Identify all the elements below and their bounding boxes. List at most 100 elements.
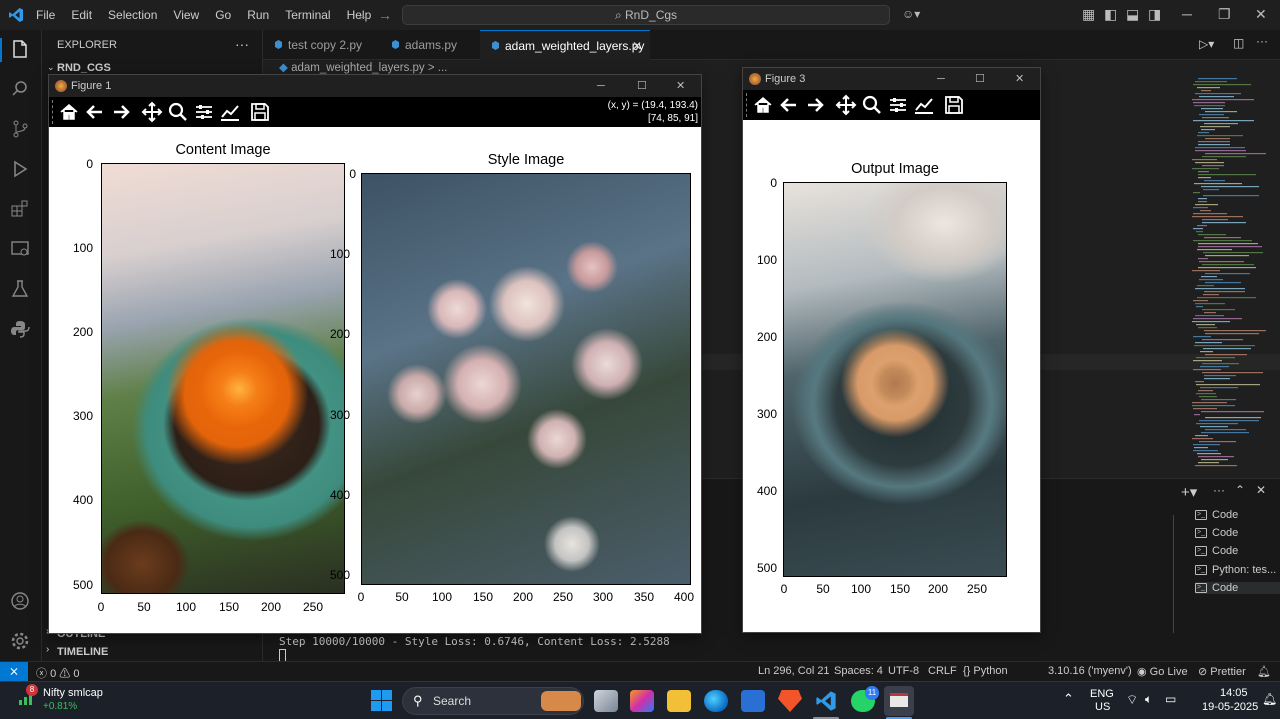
edit-axes-icon[interactable] — [913, 94, 935, 116]
remote-icon[interactable]: ⨯ — [0, 662, 28, 682]
python-figure-taskbar-icon[interactable] — [884, 686, 914, 716]
minimize-icon[interactable]: ─ — [597, 75, 605, 97]
configure-subplots-icon[interactable] — [193, 101, 215, 123]
save-figure-icon[interactable] — [249, 101, 271, 123]
maximize-icon[interactable]: ☐ — [975, 68, 985, 90]
remote-explorer-icon[interactable] — [9, 238, 31, 260]
indentation[interactable]: Spaces: 4 — [834, 665, 883, 677]
notifications-bell-icon[interactable]: 🔔︎ — [1257, 665, 1271, 678]
toggle-sidebar-icon[interactable]: ◧ — [1104, 6, 1117, 23]
wifi-icon[interactable]: ⌔ — [1126, 692, 1138, 708]
content-image[interactable] — [101, 163, 345, 594]
settings-gear-icon[interactable] — [9, 630, 31, 652]
split-editor-icon[interactable]: ◫ — [1233, 36, 1244, 50]
back-arrow-icon[interactable] — [84, 101, 106, 123]
tab-adams[interactable]: adams.py — [380, 30, 480, 60]
breadcrumb-file[interactable]: adam_weighted_layers.py — [291, 62, 425, 74]
extensions-icon[interactable] — [9, 198, 31, 220]
tab-adam-weighted-layers[interactable]: adam_weighted_layers.py ✕ — [480, 30, 650, 60]
close-icon[interactable]: ✕ — [676, 75, 685, 97]
volume-icon[interactable]: 🔈︎ — [1145, 692, 1152, 707]
back-arrow-icon[interactable] — [778, 94, 800, 116]
python-icon[interactable] — [9, 318, 31, 340]
encoding[interactable]: UTF-8 — [888, 665, 919, 677]
layout-icon[interactable]: ▦ — [1082, 6, 1095, 23]
chevron-down-icon[interactable]: ⌄ — [47, 62, 55, 73]
testing-icon[interactable] — [9, 278, 31, 300]
microsoft-store-icon[interactable] — [741, 690, 765, 712]
terminal-session-active[interactable]: >_ Code — [1195, 582, 1280, 594]
menu-terminal[interactable]: Terminal — [277, 0, 338, 30]
new-terminal-icon[interactable]: +▾ — [1181, 483, 1197, 501]
python-interpreter[interactable]: 3.10.16 ('myenv') — [1048, 665, 1132, 677]
copilot-icon[interactable]: ☺▾ — [902, 7, 920, 21]
menu-go[interactable]: Go — [207, 0, 239, 30]
breadcrumb-symbol[interactable]: > ... — [428, 62, 448, 74]
zoom-magnifier-icon[interactable] — [861, 94, 883, 116]
windows-start-icon[interactable] — [371, 690, 392, 711]
close-panel-icon[interactable]: ✕ — [1256, 483, 1266, 497]
maximize-icon[interactable]: ❐ — [1218, 6, 1231, 23]
clock-time[interactable]: 14:05 — [1220, 687, 1248, 699]
terminal-session[interactable]: >_ Code — [1195, 527, 1238, 539]
style-image[interactable] — [361, 173, 691, 585]
toggle-panel-icon[interactable]: ⬓ — [1126, 6, 1139, 23]
prettier[interactable]: ⊘ Prettier — [1198, 665, 1246, 678]
terminal-session[interactable]: >_ Code — [1195, 509, 1238, 521]
source-control-icon[interactable] — [9, 118, 31, 140]
terminal-session[interactable]: >_ Code — [1195, 545, 1238, 557]
timeline-section[interactable]: TIMELINE — [57, 646, 108, 658]
run-debug-icon[interactable] — [9, 158, 31, 180]
eol[interactable]: CRLF — [928, 665, 957, 677]
tab-test-copy-2[interactable]: test copy 2.py — [263, 30, 380, 60]
more-actions-icon[interactable]: ··· — [1213, 483, 1225, 497]
back-arrow-icon[interactable]: ← — [356, 7, 370, 23]
lang-indicator[interactable]: ENG — [1090, 688, 1114, 700]
close-tab-icon[interactable]: ✕ — [632, 31, 642, 61]
menu-selection[interactable]: Selection — [100, 0, 165, 30]
more-actions-icon[interactable]: ··· — [235, 36, 249, 52]
minimap[interactable] — [1188, 76, 1280, 476]
save-figure-icon[interactable] — [943, 94, 965, 116]
close-icon[interactable]: ✕ — [1015, 68, 1024, 90]
close-icon[interactable]: ✕ — [1255, 6, 1267, 23]
edge-browser-icon[interactable] — [704, 690, 728, 712]
language-mode[interactable]: {} Python — [963, 665, 1008, 677]
copilot-icon[interactable] — [630, 690, 654, 712]
chevron-up-icon[interactable]: ⌃ — [1063, 691, 1074, 707]
stock-widget-icon[interactable]: 8 — [18, 684, 38, 706]
output-image[interactable] — [783, 182, 1007, 577]
menu-view[interactable]: View — [165, 0, 207, 30]
minimize-icon[interactable]: ─ — [1182, 6, 1192, 22]
more-actions-icon[interactable]: ··· — [1256, 34, 1268, 48]
configure-subplots-icon[interactable] — [887, 94, 909, 116]
battery-icon[interactable]: ▭ — [1165, 692, 1176, 706]
minimize-icon[interactable]: ─ — [937, 68, 945, 90]
brave-browser-icon[interactable] — [778, 690, 802, 712]
command-center[interactable]: ⌕ RnD_Cgs — [402, 5, 890, 25]
vscode-taskbar-icon[interactable] — [814, 690, 838, 712]
pan-move-icon[interactable] — [835, 94, 857, 116]
edit-axes-icon[interactable] — [219, 101, 241, 123]
cursor-position[interactable]: Ln 296, Col 21 — [758, 665, 830, 677]
workspace-root[interactable]: RND_CGS — [57, 62, 111, 74]
maximize-icon[interactable]: ☐ — [637, 75, 647, 97]
task-view-icon[interactable] — [594, 690, 618, 712]
run-file-icon[interactable]: ▷▾ — [1199, 37, 1214, 51]
file-explorer-icon[interactable] — [667, 690, 691, 712]
whatsapp-icon[interactable]: 11 — [851, 686, 879, 712]
notification-icon[interactable]: 🔔︎ — [1262, 692, 1277, 706]
home-icon[interactable] — [58, 101, 80, 123]
forward-arrow-icon[interactable] — [804, 94, 826, 116]
menu-edit[interactable]: Edit — [63, 0, 100, 30]
stock-name[interactable]: Nifty smlcap — [43, 687, 103, 699]
menu-run[interactable]: Run — [239, 0, 277, 30]
pan-move-icon[interactable] — [141, 101, 163, 123]
terminal-session[interactable]: >_ Python: tes... — [1195, 564, 1276, 576]
maximize-panel-icon[interactable]: ⌃ — [1235, 483, 1245, 497]
toggle-secondary-icon[interactable]: ◨ — [1148, 6, 1161, 23]
account-icon[interactable] — [9, 590, 31, 612]
taskbar-search[interactable]: ⚲ Search — [402, 687, 584, 715]
forward-arrow-icon[interactable] — [110, 101, 132, 123]
problems-indicator[interactable]: ⓧ 0 ⚠ 0 — [36, 665, 79, 681]
